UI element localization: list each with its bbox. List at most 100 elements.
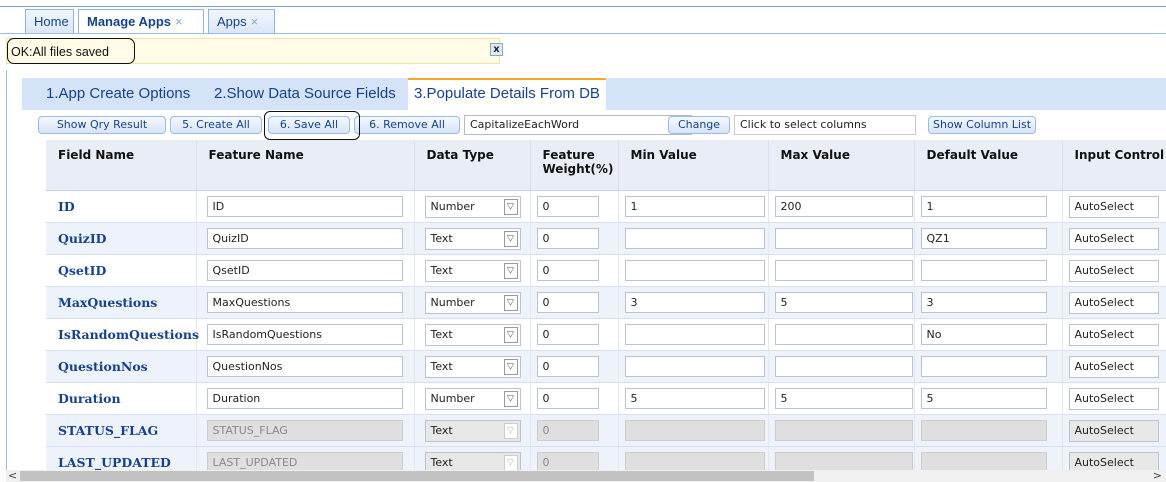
data-type-select[interactable]: Number ▽ [424,196,521,218]
data-type-select[interactable]: Text ▽ [424,356,521,378]
chevron-down-icon[interactable]: ▽ [503,199,518,215]
create-all-button[interactable]: 5. Create All [170,116,262,134]
min-value-input[interactable]: 5 [624,388,765,409]
tab-show-data-source-fields[interactable]: 2.Show Data Source Fields [214,78,396,110]
chevron-down-icon[interactable]: ▽ [503,391,518,407]
column-header[interactable]: Field Name [46,140,197,191]
chevron-down-icon[interactable]: ▽ [503,359,518,375]
max-value-input[interactable] [774,324,913,345]
data-type-select[interactable]: Text ▽ [424,260,521,282]
data-type-value: Number [430,296,475,309]
column-header[interactable]: Default Value [914,140,1063,191]
input-control-select: AutoSelect [1068,420,1159,442]
feature-name-input[interactable]: Duration [206,388,403,409]
horizontal-scrollbar[interactable]: < > [6,469,1166,482]
data-type-select[interactable]: Number ▽ [424,292,521,314]
feature-weight-input[interactable]: 0 [536,388,599,409]
feature-weight-input[interactable]: 0 [536,196,599,217]
feature-weight-input[interactable]: 0 [536,324,599,345]
close-icon[interactable]: x [490,43,503,56]
column-header[interactable]: Feature Name [196,140,415,191]
input-control-select[interactable]: AutoSelect [1068,356,1159,378]
input-control-select[interactable]: AutoSelect [1068,324,1159,346]
tab-manage-apps[interactable]: Manage Apps × [78,9,204,34]
chevron-down-icon[interactable]: ▽ [503,295,518,311]
case-style-select[interactable]: CapitalizeEachWord▽ [464,115,692,135]
tab-apps[interactable]: Apps × [208,9,275,33]
chevron-down-icon[interactable]: ▽ [503,327,518,343]
feature-weight-input[interactable]: 0 [536,356,599,377]
feature-weight-input[interactable]: 0 [536,292,599,313]
scroll-left-icon[interactable]: < [8,469,17,482]
data-type-value: Text [430,424,453,437]
feature-name-input[interactable]: MaxQuestions [206,292,403,313]
feature-name-cell: IsRandomQuestions [196,318,415,351]
chevron-down-icon: ▽ [503,423,518,439]
max-value-input[interactable]: 200 [774,196,913,217]
columns-field[interactable]: Click to select columns [734,115,916,135]
table-row: QuestionNos QuestionNos Text ▽ 0 AutoSelect [46,350,1166,383]
min-value-input[interactable] [624,356,765,377]
min-value-input[interactable] [624,260,765,281]
close-icon[interactable]: × [175,14,183,29]
tab-populate-details[interactable]: 3.Populate Details From DB [408,78,606,110]
data-type-select[interactable]: Number ▽ [424,388,521,410]
feature-name-input[interactable]: ID [206,196,403,217]
field-name-cell: QuestionNos [46,350,197,383]
min-value-input[interactable] [624,324,765,345]
weight-cell: 0 [530,414,619,447]
input-control-select[interactable]: AutoSelect [1068,260,1159,282]
min-value-input[interactable]: 3 [624,292,765,313]
min-value-cell [618,318,769,351]
scroll-right-icon[interactable]: > [1153,469,1162,482]
feature-name-cell: Duration [196,382,415,415]
feature-name-input[interactable]: QuizID [206,228,403,249]
feature-name-input[interactable]: IsRandomQuestions [206,324,403,345]
feature-weight-input[interactable]: 0 [536,260,599,281]
change-button[interactable]: Change [668,116,730,134]
max-value-input[interactable] [774,228,913,249]
max-value-input[interactable]: 5 [774,388,913,409]
weight-cell: 0 [530,286,619,319]
table-row: QuizID QuizID Text ▽ 0 QZ1 AutoSelect [46,222,1166,255]
scrollbar-thumb[interactable] [20,471,814,481]
chevron-down-icon: ▽ [503,455,518,471]
chevron-down-icon[interactable]: ▽ [503,263,518,279]
input-control-select[interactable]: AutoSelect [1068,196,1159,218]
input-control-select[interactable]: AutoSelect [1068,388,1159,410]
max-value-input[interactable] [774,356,913,377]
column-header[interactable]: Input Control [1062,140,1166,191]
tab-home[interactable]: Home [25,9,74,33]
default-value-input[interactable] [920,260,1047,281]
max-value-input[interactable]: 5 [774,292,913,313]
column-header[interactable]: Max Value [768,140,915,191]
default-value-cell: 3 [914,286,1063,319]
default-value-input[interactable] [920,356,1047,377]
default-value-input[interactable]: 3 [920,292,1047,313]
input-control-cell: AutoSelect [1062,382,1166,415]
close-icon[interactable]: × [251,14,259,29]
min-value-input[interactable] [624,228,765,249]
chevron-down-icon[interactable]: ▽ [503,231,518,247]
feature-weight-input[interactable]: 0 [536,228,599,249]
max-value-input[interactable] [774,260,913,281]
feature-name-input[interactable]: QsetID [206,260,403,281]
data-type-select[interactable]: Text ▽ [424,324,521,346]
default-value-input[interactable]: No [920,324,1047,345]
feature-name-input[interactable]: QuestionNos [206,356,403,377]
data-type-select[interactable]: Text ▽ [424,228,521,250]
input-control-select[interactable]: AutoSelect [1068,228,1159,250]
input-control-select[interactable]: AutoSelect [1068,292,1159,314]
default-value-input[interactable]: 5 [920,388,1047,409]
tab-app-create-options[interactable]: 1.App Create Options [46,78,190,110]
default-value-input[interactable]: QZ1 [920,228,1047,249]
column-header[interactable]: Feature Weight(%) [530,140,619,191]
show-column-list-button[interactable]: Show Column List [928,116,1036,134]
min-value-input[interactable]: 1 [624,196,765,217]
data-type-select: Text ▽ [424,420,521,442]
column-header[interactable]: Min Value [618,140,769,191]
default-value-input[interactable]: 1 [920,196,1047,217]
column-header[interactable]: Data Type [414,140,531,191]
show-qry-result-button[interactable]: Show Qry Result [38,116,166,134]
remove-all-button[interactable]: 6. Remove All [354,116,460,134]
